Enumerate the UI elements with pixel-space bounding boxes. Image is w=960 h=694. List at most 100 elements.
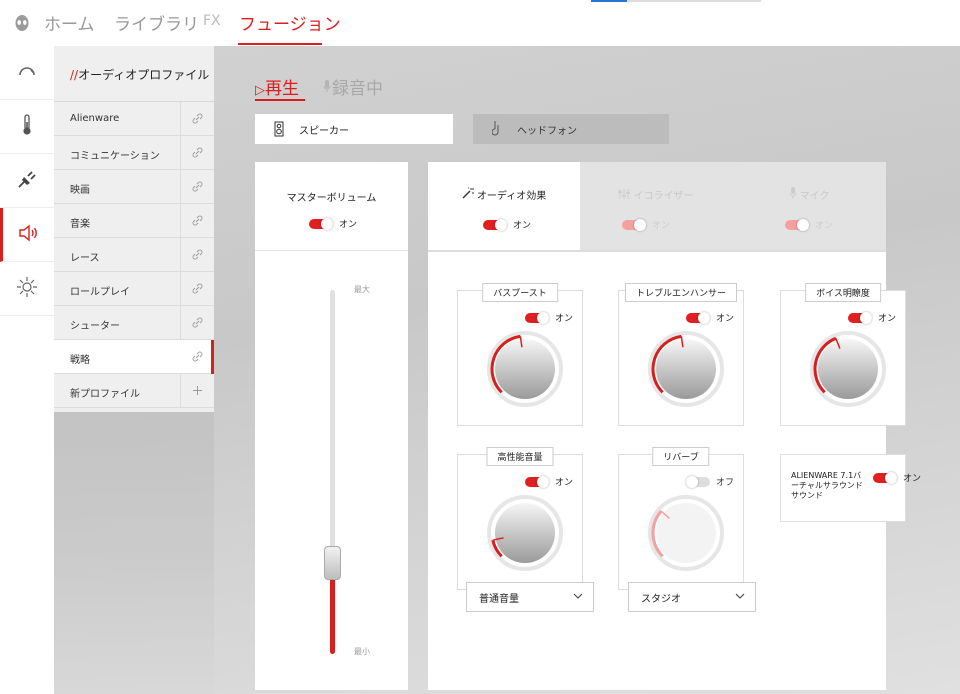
treble-enhancer-knob[interactable] [646, 329, 726, 409]
link-icon[interactable] [180, 238, 214, 271]
profile-label: 音楽 [70, 219, 90, 230]
profile-item-alienware[interactable]: Alienware [54, 102, 214, 136]
knob-face [656, 339, 716, 399]
speaker-device-button[interactable]: スピーカー [255, 114, 453, 144]
toggle-switch[interactable] [685, 475, 710, 488]
chevron-down-icon [573, 591, 583, 604]
link-icon[interactable] [180, 102, 214, 135]
toggle-switch[interactable] [685, 311, 710, 324]
alienware-logo-icon[interactable] [14, 14, 30, 32]
profile-label: レース [70, 253, 100, 264]
loudness-mode-value: 普通音量 [479, 593, 519, 605]
toggle-switch[interactable] [483, 218, 507, 231]
voice-clarity-title: ボイス明瞭度 [805, 283, 881, 302]
toggle-label: オン [652, 221, 671, 231]
top-navigation: ホーム ライブラリ FX フュージョン [0, 0, 960, 46]
link-icon[interactable] [180, 136, 214, 169]
treble-enhancer-toggle[interactable]: オン [685, 311, 734, 324]
loudness-knob[interactable] [485, 493, 565, 573]
knob-face [495, 503, 555, 563]
rail-lighting[interactable] [0, 262, 54, 316]
reverb-mode-dropdown[interactable]: スタジオ [628, 582, 756, 612]
reverb-card: リバーブ オフ [618, 447, 744, 590]
effects-divider [428, 250, 886, 252]
profile-item-roleplay[interactable]: ロールプレイ [54, 272, 214, 306]
audio-profile-list: //オーディオプロファイル Alienware コミュニケーション 映画 音楽 … [54, 46, 214, 412]
power-plug-icon [16, 169, 38, 193]
rail-performance[interactable] [0, 46, 54, 100]
new-profile-label: 新プロファイル [70, 389, 140, 400]
thermal-icon [22, 113, 32, 140]
profile-item-strategy[interactable]: 戦略 [54, 340, 214, 374]
link-icon[interactable] [180, 170, 214, 203]
volume-slider-thumb[interactable] [324, 546, 341, 580]
profile-item-communication[interactable]: コミュニケーション [54, 136, 214, 170]
microphone-toggle[interactable]: オン [785, 218, 833, 231]
tab-audio-effects[interactable]: オーディオ効果 オン [428, 162, 580, 250]
tab-microphone-label: マイク [799, 191, 830, 202]
audio-effects-toggle[interactable]: オン [483, 218, 531, 231]
tab-recording-label: 録音中 [332, 79, 383, 99]
reverb-toggle[interactable]: オフ [685, 475, 734, 488]
bass-boost-knob[interactable] [485, 329, 565, 409]
tab-equalizer[interactable]: イコライザー オン [580, 162, 732, 250]
loudness-mode-dropdown[interactable]: 普通音量 [466, 582, 594, 612]
profile-label: ロールプレイ [70, 287, 130, 298]
treble-enhancer-title: トレブルエンハンサー [624, 283, 738, 302]
rail-thermal[interactable] [0, 100, 54, 154]
virtual-surround-label: ALIENWARE 7.1バーチャルサラウンドサウンド [791, 471, 863, 500]
profile-label: 戦略 [70, 355, 90, 366]
toggle-label: オン [513, 221, 532, 231]
voice-clarity-knob[interactable] [808, 329, 888, 409]
link-icon[interactable] [180, 306, 214, 339]
profile-item-shooter[interactable]: シューター [54, 306, 214, 340]
link-icon[interactable] [180, 204, 214, 237]
plus-icon[interactable] [180, 374, 214, 407]
virtual-surround-toggle[interactable]: オン [873, 471, 921, 484]
master-divider [255, 250, 408, 251]
performance-gauge-icon [17, 63, 37, 82]
tab-recording[interactable]: 録音中 [322, 74, 383, 99]
toggle-switch[interactable] [785, 218, 809, 231]
profile-label: シューター [70, 321, 120, 332]
new-profile-item[interactable]: 新プロファイル [54, 374, 214, 408]
bass-boost-toggle[interactable]: オン [524, 311, 573, 324]
equalizer-icon [618, 189, 631, 202]
tab-microphone[interactable]: マイク オン [732, 162, 886, 250]
toggle-switch[interactable] [524, 475, 549, 488]
master-volume-toggle[interactable]: オン [309, 217, 357, 230]
nav-fusion[interactable]: フュージョン [239, 10, 341, 35]
profile-item-racing[interactable]: レース [54, 238, 214, 272]
headphones-device-button[interactable]: ヘッドフォン [473, 114, 669, 144]
tab-playback[interactable]: ▷再生 [255, 74, 299, 99]
toggle-switch[interactable] [847, 311, 872, 324]
magic-wand-icon [462, 187, 474, 202]
rail-audio[interactable] [0, 208, 54, 262]
voice-clarity-toggle[interactable]: オン [847, 311, 896, 324]
virtual-surround-card: ALIENWARE 7.1バーチャルサラウンドサウンド オン [780, 454, 921, 522]
nav-fx[interactable]: FX [203, 13, 221, 29]
knob-graphic [648, 495, 724, 571]
chevron-down-icon [735, 591, 745, 604]
knob-graphic [487, 331, 563, 407]
toggle-switch[interactable] [622, 218, 646, 231]
speaker-audio-icon [17, 224, 41, 246]
toggle-switch[interactable] [524, 311, 549, 324]
headphones-icon [487, 120, 507, 138]
effects-tab-bar: オーディオ効果 オン イコライザー オン マイク オン [428, 162, 886, 250]
toggle-switch[interactable] [309, 217, 333, 230]
loudness-toggle[interactable]: オン [524, 475, 573, 488]
nav-library[interactable]: ライブラリ [114, 10, 199, 35]
profile-item-music[interactable]: 音楽 [54, 204, 214, 238]
profile-label: コミュニケーション [70, 151, 160, 162]
equalizer-toggle[interactable]: オン [622, 218, 670, 231]
toggle-switch[interactable] [873, 471, 897, 484]
nav-home[interactable]: ホーム [44, 10, 95, 35]
link-icon[interactable] [180, 272, 214, 305]
link-icon[interactable] [180, 340, 214, 373]
toggle-label: オン [815, 221, 834, 231]
profile-item-movie[interactable]: 映画 [54, 170, 214, 204]
reverb-knob[interactable] [646, 493, 726, 573]
speaker-icon [269, 121, 289, 137]
rail-power[interactable] [0, 154, 54, 208]
